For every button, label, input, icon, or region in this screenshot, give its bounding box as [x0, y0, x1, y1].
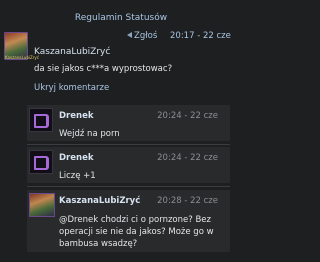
logo-shape: [34, 114, 49, 128]
drenek-logo-icon[interactable]: [29, 108, 53, 132]
main-comment: KaszanaLubiZryć Zgłoś 20:17 - 22 cze Kas…: [0, 28, 242, 95]
reply-timestamp: 20:28 - 22 cze: [157, 196, 218, 206]
divider: [27, 186, 230, 187]
avatar-caption: KaszanaLubiZryć: [5, 55, 39, 60]
comment-timestamp: 20:17 - 22 cze: [170, 31, 231, 41]
comment-text: da sie jakos c***a wyprostowac?: [34, 64, 173, 74]
comment-author[interactable]: KaszanaLubiZryć: [34, 47, 110, 57]
reply-text: @Drenek chodzi ci o pornzone? Bez operac…: [59, 215, 214, 249]
hide-comments-link[interactable]: Ukryj komentarze: [34, 83, 109, 93]
reply-timestamp: 20:24 - 22 cze: [157, 111, 218, 121]
reply-item: Drenek 20:24 - 22 cze Wejdź na porn: [27, 105, 230, 141]
divider: [27, 144, 230, 145]
reply-timestamp: 20:24 - 22 cze: [157, 153, 218, 163]
user-avatar[interactable]: KaszanaLubiZryć: [4, 32, 39, 60]
reply-author[interactable]: Drenek: [59, 153, 93, 163]
reply-item: Drenek 20:24 - 22 cze Liczę +1: [27, 147, 230, 183]
reply-item: KaszanaLubiZryć 20:28 - 22 cze @Drenek c…: [27, 190, 230, 252]
flag-icon[interactable]: [127, 32, 132, 38]
reply-text: Liczę +1: [59, 171, 96, 181]
user-avatar[interactable]: [29, 193, 55, 217]
logo-shape: [34, 156, 49, 170]
reply-author[interactable]: KaszanaLubiZryć: [59, 196, 140, 206]
report-button[interactable]: Zgłoś: [134, 31, 157, 41]
drenek-logo-icon[interactable]: [29, 150, 53, 174]
status-rules-link[interactable]: Regulamin Statusów: [0, 13, 242, 23]
reply-text: Wejdź na porn: [59, 129, 120, 139]
reply-author[interactable]: Drenek: [59, 111, 93, 121]
